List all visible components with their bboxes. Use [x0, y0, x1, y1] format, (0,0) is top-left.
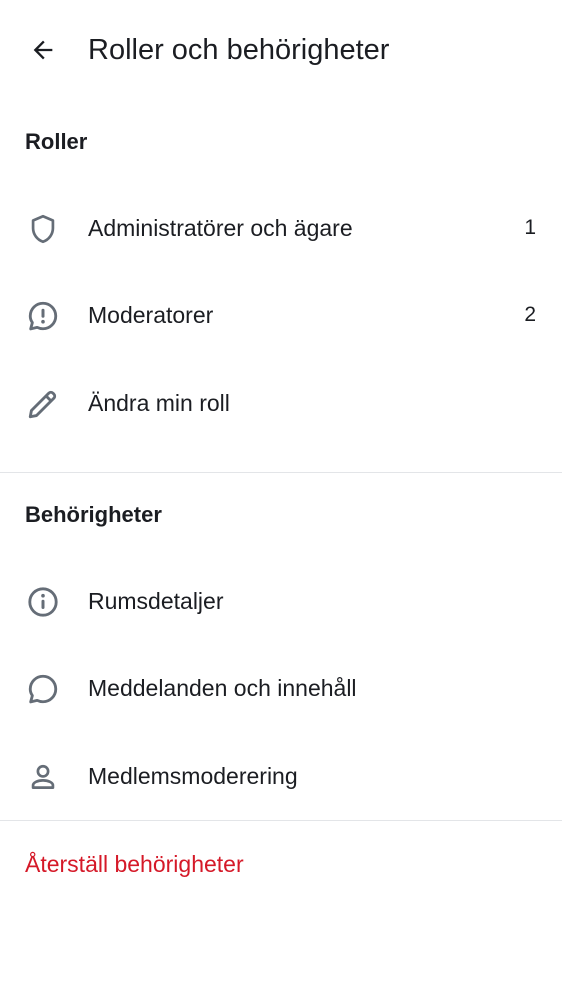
page-title: Roller och behörigheter: [88, 34, 390, 66]
permissions-item-member-moderation[interactable]: Medlemsmoderering: [0, 736, 562, 816]
chat-alert-icon: [24, 297, 62, 335]
info-icon: [24, 583, 62, 621]
back-button[interactable]: [19, 26, 67, 74]
permissions-item-label: Rumsdetaljer: [88, 588, 224, 614]
roles-item-count: 1: [524, 216, 536, 239]
roles-item-label: Ändra min roll: [88, 390, 230, 416]
user-icon: [24, 758, 62, 796]
reset-permissions-button[interactable]: Återställ behörigheter: [25, 847, 244, 881]
chat-bubble-icon: [24, 670, 62, 708]
roles-item-label: Moderatorer: [88, 302, 214, 328]
roles-item-label: Administratörer och ägare: [88, 215, 353, 241]
roles-item-count: 2: [524, 303, 536, 326]
roles-item-admins[interactable]: Administratörer och ägare 1: [0, 188, 562, 268]
roles-item-moderators[interactable]: Moderatorer 2: [0, 275, 562, 355]
permissions-item-room-details[interactable]: Rumsdetaljer: [0, 561, 562, 641]
top-app-bar: Roller och behörigheter: [0, 0, 562, 100]
permissions-item-messages-content[interactable]: Meddelanden och innehåll: [0, 648, 562, 728]
arrow-left-icon: [29, 36, 57, 64]
section-divider: [0, 472, 562, 473]
section-divider: [0, 820, 562, 821]
permissions-item-label: Meddelanden och innehåll: [88, 675, 357, 701]
shield-icon: [24, 210, 62, 248]
pencil-icon: [24, 385, 62, 423]
section-header-permissions: Behörigheter: [25, 502, 162, 527]
permissions-item-label: Medlemsmoderering: [88, 763, 298, 789]
roles-item-change-my-role[interactable]: Ändra min roll: [0, 363, 562, 443]
section-header-roles: Roller: [25, 129, 88, 154]
